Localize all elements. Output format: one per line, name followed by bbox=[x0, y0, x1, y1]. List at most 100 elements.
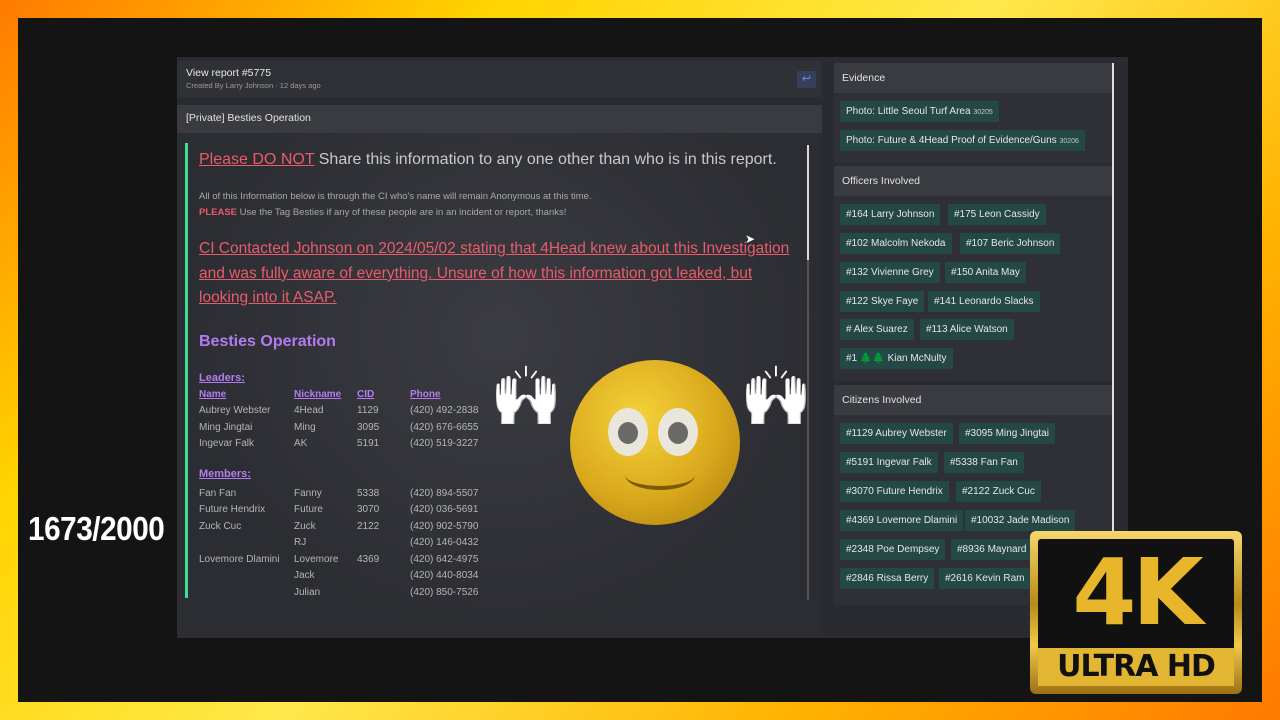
content-scrollbar-thumb[interactable] bbox=[807, 145, 809, 260]
smile-mouth bbox=[625, 460, 695, 490]
officers-tag[interactable]: #164 Larry Johnson bbox=[840, 204, 941, 225]
left-eye bbox=[608, 408, 648, 456]
report-header: View report #5775 Created By Larry Johns… bbox=[177, 61, 822, 97]
citizens-tag[interactable]: #10032 Jade Madison bbox=[965, 510, 1076, 531]
left-waving-hand-icon: 🙌 bbox=[490, 364, 563, 429]
officers-tag[interactable]: #150 Anita May bbox=[945, 262, 1026, 283]
col-cid: CID bbox=[357, 389, 375, 400]
evidence-tag[interactable]: Photo: Future & 4Head Proof of Evidence/… bbox=[840, 130, 1085, 151]
mouse-cursor-icon: ➤ bbox=[745, 232, 756, 246]
info-block: All of this Information below is through… bbox=[199, 189, 810, 221]
evidence-tag[interactable]: Photo: Little Seoul Turf Area 30205 bbox=[840, 101, 999, 122]
badge-4k-text: 4K bbox=[1072, 539, 1203, 646]
name-cell: Fan Fan bbox=[199, 487, 237, 499]
name-cell: Lovemore Dlamini bbox=[199, 553, 280, 565]
smiling-face-icon bbox=[570, 360, 740, 525]
cid-cell: 4369 bbox=[357, 553, 380, 565]
name-cell: Future Hendrix bbox=[199, 504, 266, 516]
evidence-header: Evidence bbox=[834, 63, 1112, 93]
badge-ultra-hd-text: ULTRA HD bbox=[1038, 648, 1234, 686]
nickname-cell: Lovemore bbox=[294, 553, 339, 565]
table-row: Ming Jingtai Ming 3095 (420) 676-6655 bbox=[199, 419, 510, 436]
table-row: Julian (420) 850-7526 bbox=[199, 584, 510, 598]
cid-cell bbox=[357, 535, 410, 552]
evidence-list: Photo: Little Seoul Turf Area 30205 Photo… bbox=[834, 93, 1112, 163]
col-nickname: Nickname bbox=[294, 389, 342, 400]
citizens-tag[interactable]: #4369 Lovemore Dlamini bbox=[840, 510, 964, 531]
evidence-label: Photo: Future & 4Head Proof of Evidence/… bbox=[846, 135, 1057, 146]
officers-tag[interactable]: #141 Leonardo Slacks bbox=[928, 291, 1040, 312]
nickname-cell: Future bbox=[294, 504, 323, 516]
citizens-tag[interactable]: #5338 Fan Fan bbox=[944, 452, 1024, 473]
name-cell: Aubrey Webster bbox=[199, 405, 271, 417]
4k-ultra-hd-badge: 4K ULTRA HD bbox=[1030, 531, 1242, 694]
table-row: Future Hendrix Future 3070 (420) 036-5691 bbox=[199, 502, 510, 519]
officers-tag[interactable]: #113 Alice Watson bbox=[920, 319, 1014, 340]
officers-tag[interactable]: #102 Malcolm Nekoda bbox=[840, 233, 952, 254]
name-cell: Ingevar Falk bbox=[199, 438, 255, 450]
cid-cell: 2122 bbox=[357, 520, 380, 532]
citizens-tag[interactable]: #2348 Poe Dempsey bbox=[840, 539, 946, 560]
citizens-tag[interactable]: #3070 Future Hendrix bbox=[840, 481, 949, 502]
right-waving-hand-icon: 🙌 bbox=[740, 364, 813, 429]
info-line-2-rest: Use the Tag Besties if any of these peop… bbox=[237, 207, 567, 218]
table-row: Fan Fan Fanny 5338 (420) 894-5507 bbox=[199, 485, 510, 502]
citizens-tag[interactable]: #2122 Zuck Cuc bbox=[956, 481, 1041, 502]
info-please: PLEASE bbox=[199, 207, 238, 218]
evidence-id: 30206 bbox=[1059, 138, 1079, 145]
table-row: Zuck Cuc Zuck 2122 (420) 902-5790 bbox=[199, 518, 510, 535]
section-title: Besties Operation bbox=[199, 332, 336, 350]
citizens-tag[interactable]: #2846 Rissa Berry bbox=[840, 568, 935, 589]
leaders-table: Name Nickname CID Phone Aubrey Webster 4H… bbox=[199, 387, 510, 453]
nickname-cell: RJ bbox=[294, 537, 307, 549]
officers-list: #164 Larry Johnson #175 Leon Cassidy #102 … bbox=[834, 196, 1112, 381]
report-meta: Created By Larry Johnson · 12 days ago bbox=[186, 81, 321, 90]
report-title: View report #5775 bbox=[186, 67, 272, 79]
reply-arrow-icon: ↩ bbox=[801, 73, 812, 85]
ci-alert: CI Contacted Johnson on 2024/05/02 stati… bbox=[199, 240, 790, 306]
nickname-cell: Ming bbox=[294, 421, 316, 433]
citizens-header: Citizens Involved bbox=[834, 385, 1112, 415]
name-cell bbox=[199, 584, 294, 598]
nickname-cell: Zuck bbox=[294, 520, 316, 532]
name-cell bbox=[199, 535, 294, 552]
table-row: Aubrey Webster 4Head 1129 (420) 492-2838 bbox=[199, 403, 510, 420]
phone-cell: (420) 642-4975 bbox=[410, 553, 479, 565]
officers-tag[interactable]: #132 Vivienne Grey bbox=[840, 262, 940, 283]
table-row: Ingevar Falk AK 5191 (420) 519-3227 bbox=[199, 436, 510, 453]
info-line-1: All of this Information below is through… bbox=[199, 191, 592, 202]
back-button[interactable]: ↩ bbox=[797, 71, 816, 88]
citizens-tag[interactable]: #8936 Maynard bbox=[951, 539, 1033, 560]
report-window: View report #5775 Created By Larry Johns… bbox=[177, 57, 1128, 638]
citizens-tag[interactable]: #5191 Ingevar Falk bbox=[840, 452, 938, 473]
cid-cell bbox=[357, 584, 410, 598]
evidence-label: Photo: Little Seoul Turf Area bbox=[846, 106, 971, 117]
officers-tag[interactable]: #175 Leon Cassidy bbox=[948, 204, 1046, 225]
officers-tag[interactable]: #122 Skye Faye bbox=[840, 291, 925, 312]
table-row: Lovemore Dlamini Lovemore 4369 (420) 642-49… bbox=[199, 551, 510, 568]
nickname-cell: 4Head bbox=[294, 405, 324, 417]
warning-line: Please DO NOT Share this information to … bbox=[199, 151, 810, 169]
citizens-tag[interactable]: #3095 Ming Jingtai bbox=[959, 423, 1055, 444]
name-cell: Ming Jingtai bbox=[199, 421, 253, 433]
right-eye bbox=[658, 408, 698, 456]
phone-cell: (420) 440-8034 bbox=[410, 570, 479, 582]
progress-counter: 1673/2000 bbox=[28, 510, 165, 547]
cid-cell: 1129 bbox=[357, 405, 379, 417]
officers-tag[interactable]: #107 Beric Johnson bbox=[960, 233, 1061, 254]
cid-cell: 3070 bbox=[357, 504, 380, 516]
evidence-id: 30205 bbox=[973, 109, 993, 116]
cid-cell bbox=[357, 568, 410, 585]
citizens-tag[interactable]: #1129 Aubrey Webster bbox=[840, 423, 953, 444]
phone-cell: (420) 850-7526 bbox=[410, 586, 479, 598]
officers-tag[interactable]: # Alex Suarez bbox=[840, 319, 914, 340]
name-cell: Zuck Cuc bbox=[199, 520, 242, 532]
col-name: Name bbox=[199, 389, 227, 400]
report-subject: [Private] Besties Operation bbox=[177, 105, 822, 133]
warning-red: Please DO NOT bbox=[199, 151, 315, 168]
members-table: Fan Fan Fanny 5338 (420) 894-5507 Future Hen… bbox=[199, 485, 510, 598]
table-row: RJ (420) 146-0432 bbox=[199, 535, 510, 552]
citizens-tag[interactable]: #2616 Kevin Ram bbox=[939, 568, 1031, 589]
officers-tag[interactable]: #1 🌲🌲 Kian McNulty bbox=[840, 348, 953, 369]
officers-header: Officers Involved bbox=[834, 166, 1112, 196]
